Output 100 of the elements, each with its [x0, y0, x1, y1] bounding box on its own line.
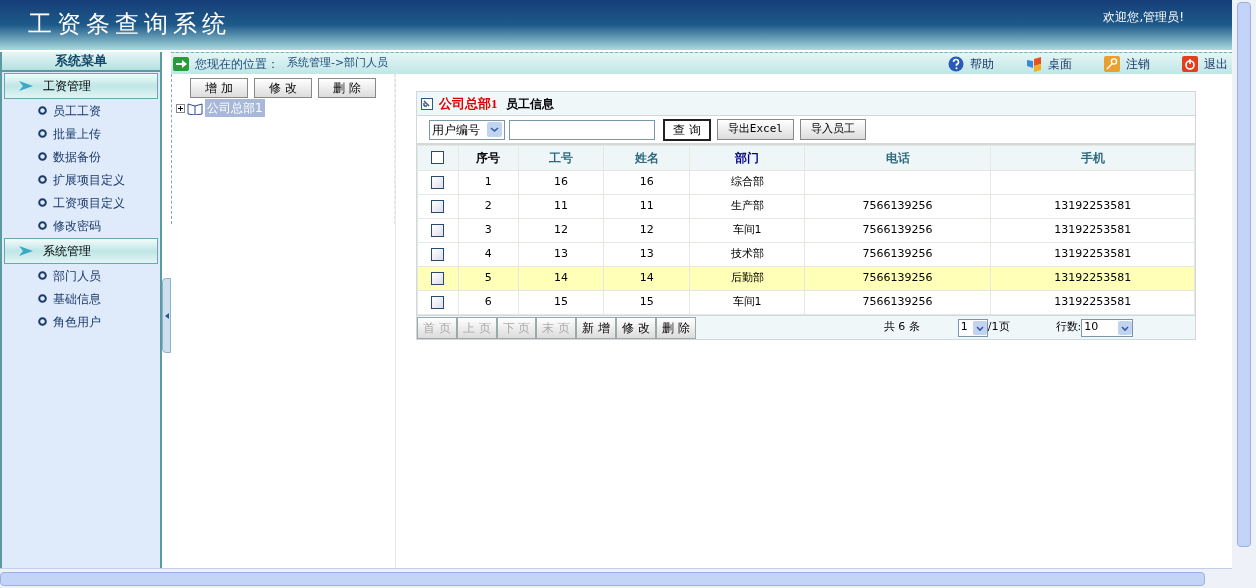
- checkbox[interactable]: [431, 271, 445, 285]
- search-button[interactable]: 导出Excel: [716, 118, 794, 140]
- rows-select[interactable]: 10: [1081, 318, 1134, 337]
- search-field-select[interactable]: 用户编号: [429, 119, 505, 140]
- toolbar-link[interactable]: 退出: [1182, 54, 1228, 73]
- rows-label: 行数:: [1055, 319, 1082, 336]
- collapse-arrow-icon: [164, 312, 169, 319]
- page-count: /1页: [987, 319, 1010, 336]
- table-cell: 16: [554, 175, 569, 189]
- book-icon: [187, 101, 203, 115]
- bullet-icon: [38, 106, 47, 115]
- table-cell: 12: [554, 223, 569, 237]
- scrollbar-thumb[interactable]: [0, 571, 1205, 586]
- sidebar-item[interactable]: 扩展项目定义: [2, 168, 160, 191]
- pager-button[interactable]: 删 除: [655, 316, 696, 339]
- table-cell: 7566139256: [862, 199, 933, 213]
- expand-icon[interactable]: [176, 103, 185, 113]
- toolbar-button[interactable]: 删 除: [318, 78, 376, 98]
- toolbar-link[interactable]: 注销: [1104, 54, 1150, 73]
- table-cell: 12: [639, 223, 654, 237]
- toolbar-button[interactable]: 增 加: [190, 78, 248, 98]
- table-cell: 13192253581: [1054, 247, 1132, 261]
- search-input[interactable]: [509, 119, 655, 140]
- triangle-icon: [19, 81, 33, 91]
- checkbox[interactable]: [431, 151, 445, 165]
- sidebar-item[interactable]: 批量上传: [2, 122, 160, 145]
- sidebar-title: 系统菜单: [2, 52, 160, 72]
- sidebar-item[interactable]: 部门人员: [2, 264, 160, 287]
- triangle-icon: [19, 246, 33, 256]
- scrollbar-thumb[interactable]: [1237, 2, 1251, 547]
- table-cell: 2: [484, 199, 492, 213]
- collapse-handle[interactable]: [162, 278, 171, 353]
- welcome-text: 欢迎您,管理员!: [1103, 9, 1184, 26]
- total-count: 共 6 条: [883, 319, 920, 336]
- app-title: 工资条查询系统: [28, 10, 231, 39]
- search-button[interactable]: 查 询: [663, 118, 711, 141]
- sidebar-item[interactable]: 基础信息: [2, 287, 160, 310]
- table-cell: 车间1: [732, 223, 762, 237]
- table-cell: 7566139256: [862, 247, 933, 261]
- menu-group-header[interactable]: 工资管理: [4, 73, 158, 99]
- table-cell: 3: [484, 223, 492, 237]
- table-cell: 13: [639, 247, 654, 261]
- panel-title: 员工信息: [505, 95, 554, 113]
- toolbar-link[interactable]: 帮助: [948, 54, 994, 73]
- pager-button[interactable]: 修 改: [616, 316, 656, 339]
- table-cell: 16: [639, 175, 654, 189]
- toolbar-link[interactable]: 桌面: [1026, 54, 1072, 73]
- table-cell: 7566139256: [862, 295, 933, 309]
- table-cell: 技术部: [730, 247, 764, 261]
- search-button[interactable]: 导入员工: [799, 118, 866, 140]
- table-cell: 15: [639, 295, 654, 309]
- table-cell: 14: [554, 271, 569, 285]
- table-cell: 13192253581: [1054, 295, 1132, 309]
- sidebar-item[interactable]: 修改密码: [2, 214, 160, 237]
- pager-button[interactable]: 新 增: [576, 316, 617, 339]
- table-cell: 7566139256: [862, 271, 933, 285]
- sidebar-item[interactable]: 工资项目定义: [2, 191, 160, 214]
- table-cell: 13: [554, 247, 569, 261]
- sidebar-item[interactable]: 角色用户: [2, 310, 160, 333]
- checkbox[interactable]: [431, 247, 445, 261]
- column-header[interactable]: 电话: [804, 145, 991, 171]
- sidebar-item[interactable]: 员工工资: [2, 99, 160, 122]
- table-cell: 车间1: [732, 295, 762, 309]
- toolbar-button[interactable]: 修 改: [254, 78, 312, 98]
- table-cell: 1: [484, 175, 492, 189]
- help-icon: [948, 55, 964, 72]
- sidebar-item[interactable]: 数据备份: [2, 145, 160, 168]
- checkbox[interactable]: [431, 223, 445, 237]
- key-icon: [1104, 55, 1120, 72]
- menu-group-header[interactable]: 系统管理: [4, 238, 158, 264]
- column-header[interactable]: 工号: [518, 145, 604, 171]
- horizontal-scrollbar[interactable]: [0, 568, 1232, 588]
- checkbox[interactable]: [431, 175, 445, 189]
- bullet-icon: [38, 317, 47, 326]
- bullet-icon: [38, 175, 47, 184]
- breadcrumb-path: 系统管理->部门人员: [287, 55, 389, 72]
- column-header[interactable]: 序号: [458, 145, 519, 171]
- column-header[interactable]: 手机: [990, 145, 1195, 171]
- table-cell: 11: [639, 199, 654, 213]
- table-cell: 6: [484, 295, 492, 309]
- bullet-icon: [38, 129, 47, 138]
- column-header[interactable]: 部门: [689, 145, 805, 171]
- bullet-icon: [38, 152, 47, 161]
- checkbox[interactable]: [431, 199, 445, 213]
- power-icon: [1182, 55, 1198, 72]
- breadcrumb-label: 您现在的位置：: [195, 55, 279, 73]
- table-cell: 13192253581: [1054, 223, 1132, 237]
- table-cell: 7566139256: [862, 223, 933, 237]
- table-cell: 生产部: [730, 199, 764, 213]
- page-select[interactable]: 1: [957, 318, 988, 337]
- checkbox[interactable]: [431, 295, 445, 309]
- table-cell: 13192253581: [1054, 199, 1132, 213]
- table-cell: 后勤部: [730, 271, 764, 285]
- column-header[interactable]: 姓名: [603, 145, 690, 171]
- bullet-icon: [38, 271, 47, 280]
- bullet-icon: [38, 198, 47, 207]
- bullet-icon: [38, 294, 47, 303]
- vertical-scrollbar[interactable]: [1232, 0, 1256, 588]
- table-cell: 11: [554, 199, 569, 213]
- table-cell: 14: [639, 271, 654, 285]
